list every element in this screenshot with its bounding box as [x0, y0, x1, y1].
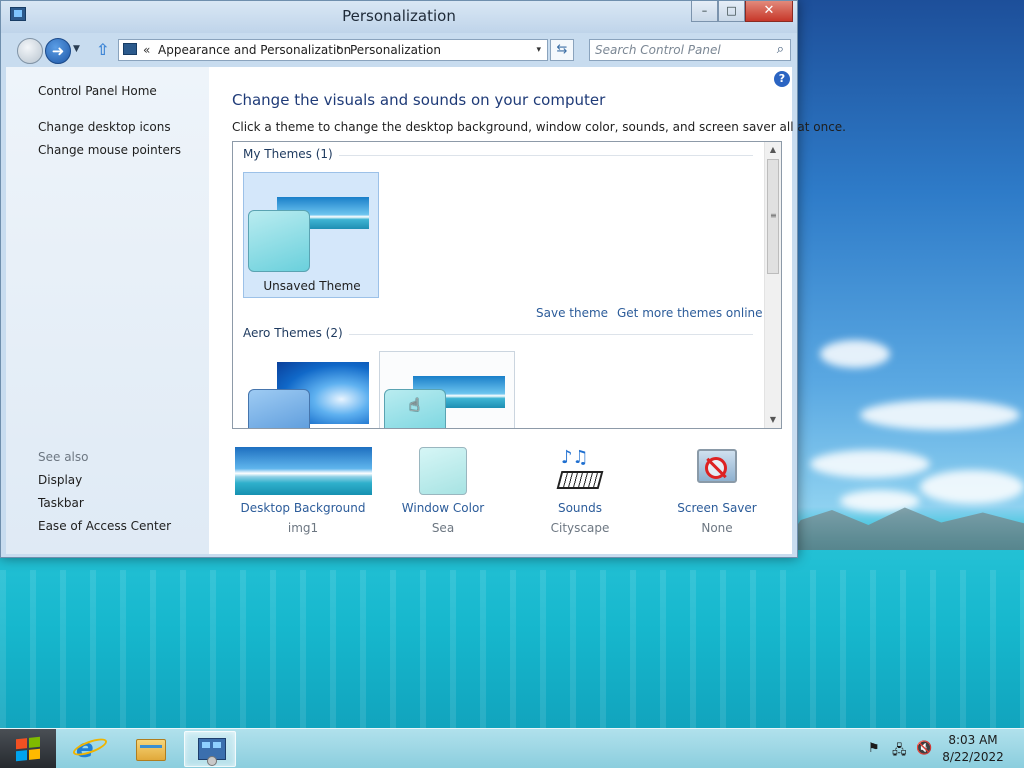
desktop-background-setting[interactable]: Desktop Background img1 [233, 447, 373, 535]
breadcrumb-overflow-icon[interactable]: « [143, 43, 150, 57]
address-bar[interactable]: « Appearance and Personalization ▸ Perso… [118, 39, 548, 61]
screen-saver-link[interactable]: Screen Saver [647, 501, 787, 515]
breadcrumb-personalization[interactable]: Personalization [350, 43, 441, 57]
close-button[interactable]: ✕ [745, 1, 793, 22]
windows-theme-color-swatch [248, 389, 310, 428]
search-box[interactable]: ⌕ [589, 39, 791, 61]
minimize-button[interactable]: – [691, 1, 718, 22]
ease-of-access-link[interactable]: Ease of Access Center [38, 519, 171, 533]
sounds-icon: ♪♫ [555, 447, 605, 495]
main-panel: ? Change the visuals and sounds on your … [209, 67, 846, 554]
refresh-button[interactable]: ⇆ [550, 39, 574, 61]
taskbar-link[interactable]: Taskbar [38, 496, 84, 510]
screen-saver-icon [693, 447, 741, 495]
windows-logo-icon [16, 736, 40, 762]
search-input[interactable] [590, 40, 765, 60]
personalization-window: Personalization – □ ✕ ➜ ▼ ⇧ « Appearance… [0, 0, 846, 558]
sounds-setting[interactable]: ♪♫ Sounds Cityscape [510, 447, 650, 535]
window-color-value: Sea [431, 521, 455, 535]
screen-saver-value: None [701, 521, 733, 535]
internet-explorer-icon[interactable]: e [64, 731, 116, 767]
theme-sea[interactable] [379, 351, 515, 428]
window-color-setting[interactable]: Window Color Sea [373, 447, 513, 535]
scroll-up-icon[interactable]: ▲ [765, 142, 781, 158]
back-button[interactable] [17, 38, 43, 64]
screen-saver-setting[interactable]: Screen Saver None [647, 447, 787, 535]
up-arrow-icon[interactable]: ⇧ [96, 40, 109, 59]
see-also-title: See also [38, 450, 89, 464]
window-color-link[interactable]: Window Color [373, 501, 513, 515]
page-description: Click a theme to change the desktop back… [232, 120, 846, 134]
breadcrumb-appearance[interactable]: Appearance and Personalization [158, 43, 351, 57]
theme-name: Unsaved Theme [263, 279, 361, 293]
network-icon[interactable]: 🖧 [892, 741, 907, 763]
volume-muted-icon[interactable]: 🔇 [916, 741, 932, 756]
get-more-themes-link[interactable]: Get more themes online [617, 306, 763, 320]
taskbar: e ⚑ 🖧 🔇 8:03 AM 8/22/2022 [0, 728, 1024, 768]
clock-date[interactable]: 8/22/2022 [938, 750, 1008, 764]
sounds-link[interactable]: Sounds [510, 501, 650, 515]
save-theme-link[interactable]: Save theme [536, 306, 608, 320]
desktop-background-value: img1 [287, 521, 319, 535]
file-explorer-icon[interactable] [124, 731, 176, 767]
my-themes-title: My Themes (1) [243, 147, 339, 161]
unsaved-theme-color-swatch [248, 210, 310, 272]
theme-windows[interactable] [243, 351, 379, 428]
theme-unsaved[interactable]: Unsaved Theme [243, 172, 379, 298]
change-desktop-icons-link[interactable]: Change desktop icons [38, 120, 171, 134]
clock-time[interactable]: 8:03 AM [938, 733, 1008, 747]
recent-pages-dropdown-icon[interactable]: ▼ [73, 44, 80, 54]
display-link[interactable]: Display [38, 473, 82, 487]
control-panel-icon [123, 43, 137, 55]
control-panel-icon[interactable] [184, 731, 236, 767]
help-icon[interactable]: ? [774, 71, 790, 87]
desktop-background-thumbnail [234, 447, 372, 495]
desktop-background-link[interactable]: Desktop Background [233, 501, 373, 515]
navigation-bar: ➜ ▼ ⇧ « Appearance and Personalization ▸… [1, 33, 797, 67]
title-bar[interactable]: Personalization – □ ✕ [1, 1, 797, 33]
change-mouse-pointers-link[interactable]: Change mouse pointers [38, 143, 181, 157]
content-area: Control Panel Home Change desktop icons … [6, 67, 846, 554]
action-center-flag-icon[interactable]: ⚑ [868, 741, 880, 756]
forward-button[interactable]: ➜ [45, 38, 71, 64]
scroll-down-icon[interactable]: ▼ [765, 412, 781, 428]
hand-cursor-icon: ☝ [409, 395, 420, 416]
control-panel-home-link[interactable]: Control Panel Home [38, 84, 157, 98]
window-color-swatch [419, 447, 467, 495]
address-dropdown-icon[interactable]: ▾ [536, 45, 541, 55]
breadcrumb-separator-icon[interactable]: ▸ [337, 43, 342, 53]
sidebar: Control Panel Home Change desktop icons … [6, 67, 209, 554]
maximize-button[interactable]: □ [718, 1, 745, 22]
start-button[interactable] [0, 729, 56, 768]
window-title: Personalization [342, 7, 456, 25]
search-icon[interactable]: ⌕ [777, 42, 784, 57]
aero-themes-title: Aero Themes (2) [243, 326, 349, 340]
themes-list[interactable]: My Themes (1) Unsaved Theme Save theme G… [232, 141, 782, 429]
themes-scrollbar[interactable]: ▲ ≡ ▼ [764, 142, 781, 428]
page-title: Change the visuals and sounds on your co… [232, 91, 606, 109]
sounds-value: Cityscape [550, 521, 610, 535]
